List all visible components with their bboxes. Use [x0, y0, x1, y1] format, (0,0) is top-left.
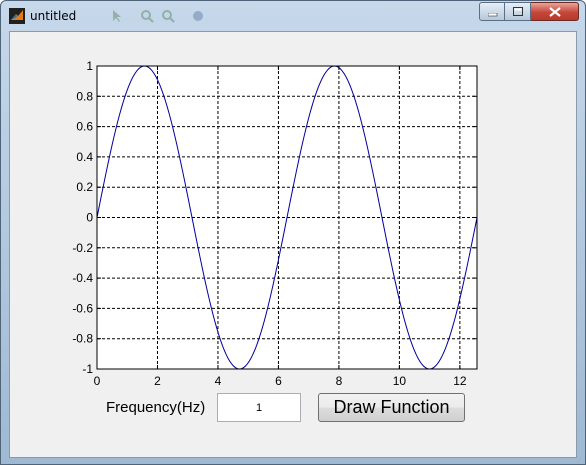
x-tick-label: 12 — [453, 374, 467, 388]
y-tick-label: 0.6 — [76, 120, 93, 134]
x-tick-label: 6 — [275, 374, 282, 388]
x-tick-label: 8 — [336, 374, 343, 388]
y-tick-label: 0.2 — [76, 180, 93, 194]
draw-function-button[interactable]: Draw Function — [318, 393, 465, 422]
frequency-label: Frequency(Hz) — [106, 399, 206, 416]
x-tick-label: 2 — [154, 374, 161, 388]
x-tick-label: 4 — [215, 374, 222, 388]
y-tick-label: -0.6 — [72, 301, 93, 315]
y-tick-label: -0.2 — [72, 241, 93, 255]
y-tick-label: -1 — [82, 362, 93, 376]
y-tick-label: 0.4 — [76, 150, 93, 164]
y-tick-label: -0.8 — [72, 332, 93, 346]
x-tick-label: 10 — [393, 374, 407, 388]
y-tick-label: 0.8 — [76, 89, 93, 103]
y-tick-label: 0 — [86, 211, 93, 225]
y-tick-label: 1 — [86, 59, 93, 73]
frequency-input[interactable] — [217, 393, 301, 422]
x-tick-label: 0 — [94, 374, 101, 388]
y-tick-label: -0.4 — [72, 271, 93, 285]
